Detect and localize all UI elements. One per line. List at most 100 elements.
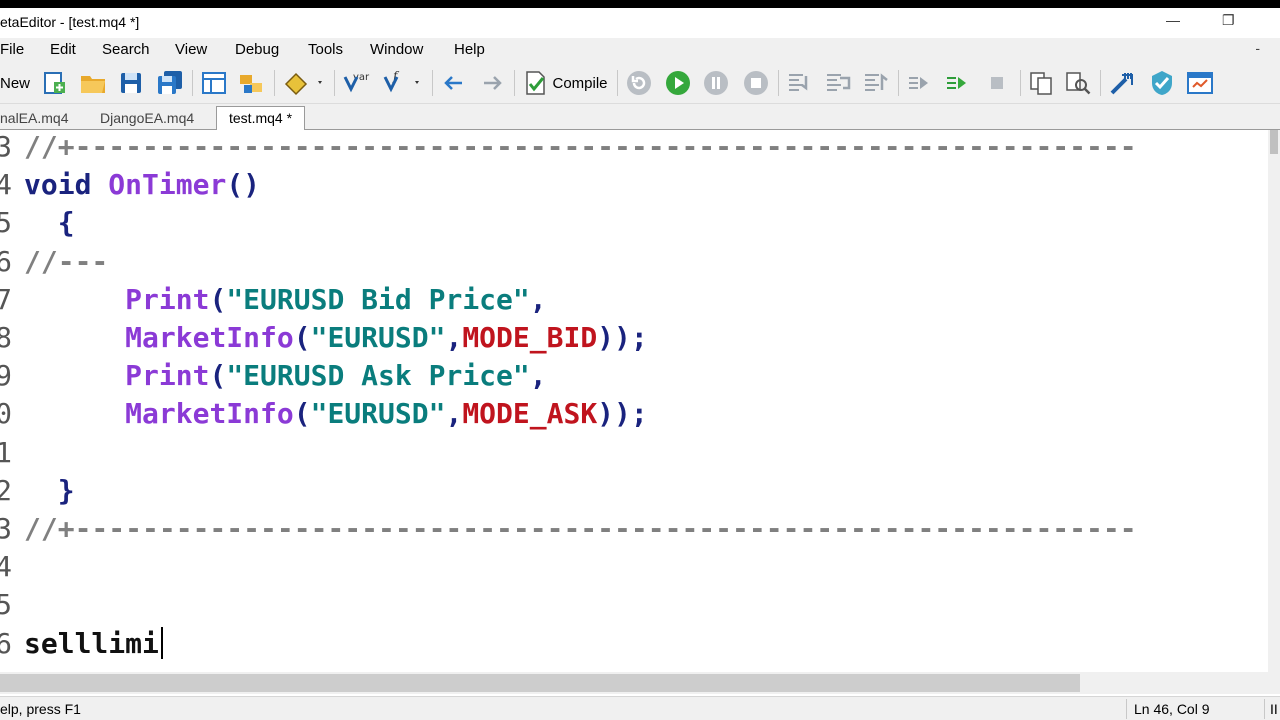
code-token: //+-------------------------------------…: [24, 130, 1137, 163]
check-icon[interactable]: [1146, 68, 1178, 98]
status-help: elp, press F1: [0, 701, 81, 717]
stop-icon[interactable]: [740, 68, 772, 98]
toolbar-separator: [192, 70, 193, 96]
code-text: MarketInfo("EURUSD",MODE_BID));: [24, 321, 648, 354]
restart-icon[interactable]: [623, 68, 655, 98]
code-line[interactable]: 3 //+------------------------------------…: [0, 130, 1268, 168]
code-line[interactable]: 2 }: [0, 474, 1268, 512]
code-token: Print: [125, 282, 210, 316]
code-line[interactable]: 0 MarketInfo("EURUSD",MODE_ASK));: [0, 397, 1268, 435]
menu-tools[interactable]: Tools: [308, 41, 343, 58]
run-to-cursor-icon[interactable]: [904, 68, 934, 98]
code-line[interactable]: 8 MarketInfo("EURUSD",MODE_BID));: [0, 321, 1268, 359]
line-number: 7: [0, 282, 12, 316]
code-token: //+-------------------------------------…: [24, 512, 1137, 545]
continue-icon[interactable]: [942, 68, 972, 98]
mdi-minimize-icon[interactable]: -: [1255, 40, 1260, 56]
code-line[interactable]: 5: [0, 588, 1268, 626]
code-token: MODE_BID: [462, 321, 598, 354]
document-tabs: nalEA.mq4 DjangoEA.mq4 test.mq4 *: [0, 104, 1280, 131]
menu-help[interactable]: Help: [454, 41, 485, 58]
code-editor[interactable]: 3 //+------------------------------------…: [0, 130, 1268, 672]
code-token: void: [24, 168, 92, 202]
code-text: //---: [24, 245, 108, 278]
terminal-icon[interactable]: [1184, 68, 1216, 98]
menu-view[interactable]: View: [175, 41, 207, 58]
top-band: [0, 0, 1280, 8]
step-over-icon[interactable]: [822, 68, 854, 98]
code-line[interactable]: 4: [0, 550, 1268, 588]
stop-debug-icon[interactable]: [982, 68, 1012, 98]
code-line[interactable]: 6 selllimi: [0, 626, 1268, 665]
new-project-icon[interactable]: [40, 68, 70, 98]
code-line[interactable]: 3 //+------------------------------------…: [0, 512, 1268, 550]
copy-icon[interactable]: [1026, 68, 1056, 98]
code-line[interactable]: 7 Print("EURUSD Bid Price",: [0, 283, 1268, 321]
open-folder-icon[interactable]: [78, 68, 108, 98]
vertical-scroll-thumb[interactable]: [1270, 130, 1278, 154]
line-number: 4: [0, 168, 12, 202]
start-debug-icon[interactable]: [662, 68, 694, 98]
restore-icon[interactable]: ❐: [1222, 12, 1235, 29]
tab-test[interactable]: test.mq4 *: [216, 106, 306, 131]
navigator-panel-icon[interactable]: [199, 68, 229, 98]
code-line[interactable]: 6 //---: [0, 245, 1268, 283]
horizontal-scrollbar[interactable]: [0, 672, 1280, 694]
line-number: 6: [0, 244, 12, 278]
line-number: 3: [0, 130, 12, 163]
forward-arrow-icon[interactable]: [478, 68, 506, 98]
menu-edit[interactable]: Edit: [50, 41, 76, 58]
toolbox-panel-icon[interactable]: [236, 68, 268, 98]
code-token: OnTimer: [108, 168, 227, 202]
tab-nalea[interactable]: nalEA.mq4: [0, 107, 68, 130]
tab-djangoea[interactable]: DjangoEA.mq4: [100, 107, 194, 130]
step-into-icon[interactable]: [784, 68, 816, 98]
toolbar: New var f Compile: [0, 62, 1280, 104]
menu-window[interactable]: Window: [370, 41, 423, 58]
vertical-scrollbar[interactable]: [1268, 130, 1280, 672]
code-text: }: [24, 474, 75, 507]
code-token: (: [209, 282, 227, 316]
minimize-icon[interactable]: —: [1166, 12, 1180, 28]
back-arrow-icon[interactable]: [440, 68, 468, 98]
menu-debug[interactable]: Debug: [235, 41, 279, 58]
code-token: (: [293, 321, 311, 354]
pause-icon[interactable]: [700, 68, 732, 98]
compile-icon: [526, 71, 546, 95]
status-extra: II: [1270, 701, 1278, 717]
code-token: ,: [529, 282, 547, 316]
code-line[interactable]: 9 Print("EURUSD Ask Price",: [0, 359, 1268, 397]
step-out-icon[interactable]: [860, 68, 892, 98]
menu-search[interactable]: Search: [102, 41, 150, 58]
new-button[interactable]: New: [0, 68, 30, 98]
code-text: Print("EURUSD Bid Price",: [24, 282, 547, 316]
save-icon[interactable]: [117, 68, 145, 98]
code-line[interactable]: 1: [0, 436, 1268, 474]
line-number: 5: [0, 206, 12, 240]
menu-file[interactable]: File: [0, 41, 24, 58]
save-all-icon[interactable]: [155, 68, 185, 98]
code-token: "EURUSD Bid Price": [226, 282, 530, 316]
code-line[interactable]: 5 {: [0, 206, 1268, 244]
code-token: ));: [597, 321, 648, 354]
horizontal-scroll-thumb[interactable]: [0, 674, 1080, 692]
title-bar: etaEditor - [test.mq4 *] — ❐: [0, 8, 1280, 38]
line-number: 6: [0, 626, 12, 660]
code-token: "EURUSD": [310, 321, 446, 354]
code-token: {: [24, 206, 75, 240]
code-text: Print("EURUSD Ask Price",: [24, 359, 546, 393]
code-line[interactable]: 4 void OnTimer(): [0, 168, 1268, 206]
insert-variable-icon[interactable]: var: [340, 68, 372, 98]
find-icon[interactable]: [1062, 68, 1094, 98]
wand-icon[interactable]: [1106, 68, 1138, 98]
insert-function-icon[interactable]: f: [380, 68, 424, 98]
code-token: "EURUSD Ask Price": [226, 359, 530, 393]
line-number: 8: [0, 321, 12, 354]
styler-icon[interactable]: [280, 68, 328, 98]
compile-button[interactable]: Compile: [520, 68, 612, 98]
code-token: MODE_ASK: [462, 397, 598, 431]
code-token: (): [226, 168, 261, 202]
